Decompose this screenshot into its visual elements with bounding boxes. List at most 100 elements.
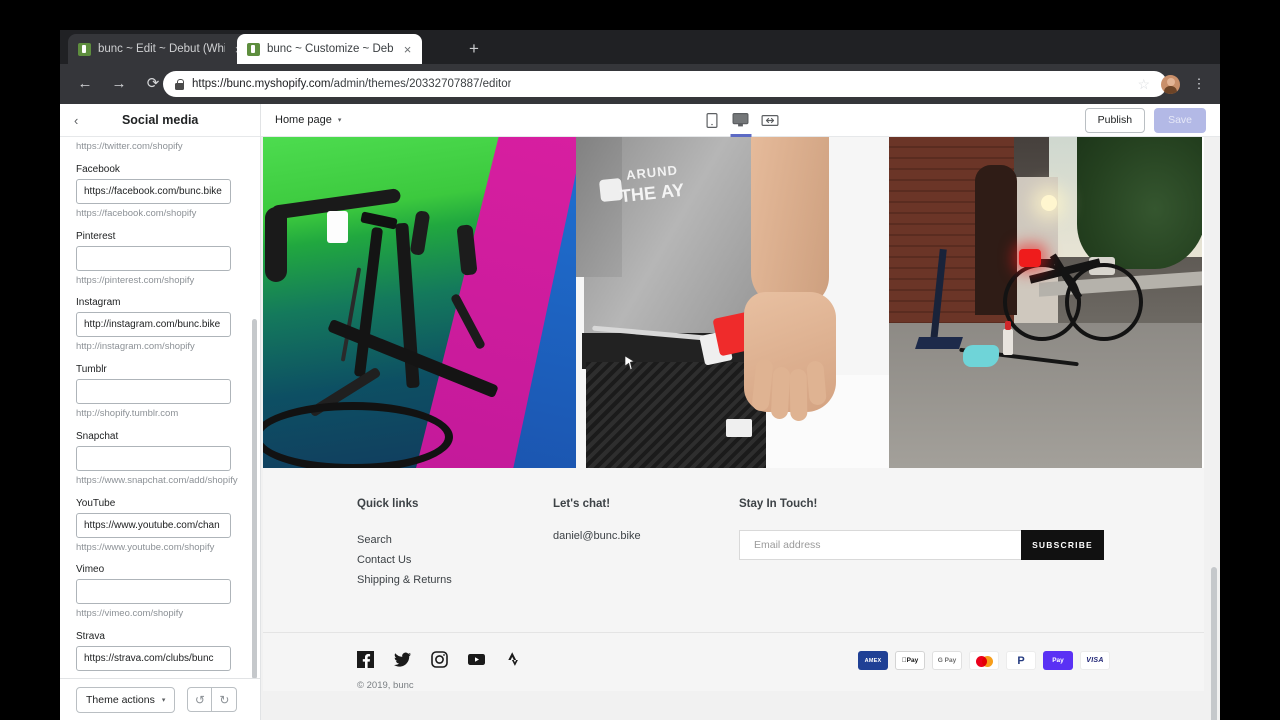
field-label: Facebook — [76, 163, 120, 175]
browser-tab-customize[interactable]: bunc ~ Customize ~ Debut (W × — [237, 34, 422, 64]
chat-heading: Let's chat! — [553, 498, 611, 510]
field-label: Pinterest — [76, 230, 116, 242]
image-gallery: ARUND THE AY — [263, 137, 1202, 468]
browser-tab-edit[interactable]: bunc ~ Edit ~ Debut (White) W × — [68, 34, 253, 64]
quick-links-heading: Quick links — [357, 498, 419, 510]
pinterest-url-input[interactable] — [76, 245, 231, 271]
forward-icon[interactable]: → — [106, 71, 132, 97]
field-label: Tumblr — [76, 364, 107, 376]
page-title: Social media — [121, 113, 199, 127]
snapchat-url-input[interactable] — [76, 445, 231, 471]
page-selector-label: Home page — [275, 114, 332, 126]
youtube-url-input[interactable]: https://www.youtube.com/chan — [76, 512, 231, 538]
strava-icon[interactable] — [505, 651, 522, 668]
footer-columns: Quick links Search Contact Us Shipping &… — [263, 498, 1204, 590]
redo-icon[interactable]: ↻ — [212, 687, 238, 712]
youtube-icon[interactable] — [468, 651, 485, 668]
email-input[interactable]: Email address — [739, 530, 1021, 560]
instagram-icon[interactable] — [431, 651, 448, 668]
shop-pay-icon: Pay — [1043, 651, 1073, 670]
tab-close-icon[interactable]: × — [401, 43, 414, 56]
theme-actions-button[interactable]: Theme actions ▾ — [76, 686, 176, 713]
helper-text: https://pinterest.com/shopify — [76, 274, 195, 286]
star-icon[interactable]: ☆ — [1137, 76, 1150, 93]
chevron-down-icon: ▾ — [161, 696, 166, 704]
theme-editor: ‹ Social media https://twitter.com/shopi… — [60, 104, 1220, 720]
amex-icon: AMEX — [858, 651, 888, 670]
field-label: Strava — [76, 631, 105, 643]
sidebar-header: ‹ Social media — [60, 104, 260, 137]
editor-topbar: Home page ▾ Publish Save — [261, 104, 1220, 137]
page-selector[interactable]: Home page ▾ — [275, 114, 341, 126]
field-label: Vimeo — [76, 564, 105, 576]
newsletter-form: Email address SUBSCRIBE — [739, 530, 1104, 560]
new-tab-button[interactable]: + — [464, 39, 484, 59]
footer-bottom-left: © 2019, bunc — [357, 651, 522, 691]
store-preview[interactable]: ARUND THE AY Quick links Search Contact … — [261, 137, 1220, 720]
sidebar-footer: Theme actions ▾ ↺ ↻ — [60, 678, 260, 720]
twitter-icon[interactable] — [394, 651, 411, 668]
chevron-down-icon: ▾ — [337, 117, 342, 124]
field-group-snapchat: Snapchat https://www.snapchat.com/add/sh… — [76, 431, 244, 488]
gallery-image-2[interactable]: ARUND THE AY — [576, 137, 889, 468]
instagram-url-input[interactable]: http://instagram.com/bunc.bike — [76, 312, 231, 338]
avatar[interactable] — [1161, 75, 1180, 94]
mobile-view-button[interactable] — [703, 104, 720, 137]
kebab-menu-icon[interactable]: ⋮ — [1192, 73, 1206, 95]
browser-toolbar: ← → ⟳ ⌂ https://bunc.myshopify.com/admin… — [60, 64, 1220, 104]
footer-column-newsletter: Stay In Touch! Email address SUBSCRIBE — [739, 498, 1110, 590]
social-icons — [357, 651, 522, 668]
field-group-tumblr: Tumblr http://shopify.tumblr.com — [76, 364, 244, 421]
fullwidth-view-button[interactable] — [761, 104, 778, 137]
preview-page: ARUND THE AY Quick links Search Contact … — [263, 137, 1204, 691]
device-toggle-group — [703, 104, 778, 137]
field-label: Snapchat — [76, 430, 119, 442]
gallery-image-1[interactable] — [263, 137, 576, 468]
strava-url-input[interactable]: https://strava.com/clubs/bunc — [76, 646, 231, 672]
footer-bottom: © 2019, bunc AMEX Pay G Pay P Pay VISA — [263, 632, 1204, 691]
facebook-icon[interactable] — [357, 651, 374, 668]
address-bar[interactable]: https://bunc.myshopify.com/admin/themes/… — [163, 71, 1167, 97]
publish-button[interactable]: Publish — [1084, 107, 1146, 133]
back-chevron-icon[interactable]: ‹ — [74, 114, 78, 127]
lock-icon — [175, 78, 184, 90]
gallery-image-3[interactable] — [889, 137, 1202, 468]
helper-text: https://vimeo.com/shopify — [76, 608, 184, 620]
subscribe-button[interactable]: SUBSCRIBE — [1021, 530, 1104, 560]
visa-icon: VISA — [1080, 651, 1110, 670]
footer-link-search[interactable]: Search — [357, 530, 553, 550]
newsletter-heading: Stay In Touch! — [739, 498, 818, 510]
mastercard-icon — [969, 651, 999, 670]
sidebar-scrollbar[interactable] — [252, 319, 257, 679]
facebook-url-input[interactable]: https://facebook.com/bunc.bike — [76, 178, 231, 204]
helper-text: https://www.snapchat.com/add/shopify — [76, 474, 238, 486]
paypal-icon: P — [1006, 651, 1036, 670]
field-group-pinterest: Pinterest https://pinterest.com/shopify — [76, 231, 244, 288]
contact-email[interactable]: daniel@bunc.bike — [553, 530, 739, 542]
sidebar: ‹ Social media https://twitter.com/shopi… — [60, 104, 261, 720]
field-group-instagram: Instagram http://instagram.com/bunc.bike… — [76, 297, 244, 354]
google-pay-icon: G Pay — [932, 651, 962, 670]
desktop-view-button[interactable] — [730, 104, 751, 137]
store-footer: Quick links Search Contact Us Shipping &… — [263, 468, 1204, 691]
preview-scrollbar[interactable] — [1211, 567, 1217, 720]
field-group-vimeo: Vimeo https://vimeo.com/shopify — [76, 564, 244, 621]
helper-text: https://facebook.com/shopify — [76, 207, 197, 219]
tumblr-url-input[interactable] — [76, 379, 231, 405]
back-icon[interactable]: ← — [72, 71, 98, 97]
sidebar-scroll-area[interactable]: https://twitter.com/shopify Facebook htt… — [60, 137, 260, 678]
undo-icon[interactable]: ↺ — [187, 687, 213, 712]
tab-title: bunc ~ Edit ~ Debut (White) W — [98, 43, 225, 55]
undo-redo-group: ↺ ↻ — [187, 687, 238, 712]
shopify-favicon — [78, 42, 91, 56]
footer-link-contact-us[interactable]: Contact Us — [357, 550, 553, 570]
editor-main: Home page ▾ Publish Save ARUND THE AY Qu… — [261, 104, 1220, 720]
field-label: Instagram — [76, 297, 121, 309]
helper-text-twitter: https://twitter.com/shopify — [76, 141, 183, 152]
footer-link-shipping-returns[interactable]: Shipping & Returns — [357, 570, 553, 590]
helper-text: http://shopify.tumblr.com — [76, 408, 179, 420]
mouse-cursor — [625, 356, 635, 370]
save-button: Save — [1154, 107, 1206, 133]
browser-window: bunc ~ Edit ~ Debut (White) W × bunc ~ C… — [60, 30, 1220, 720]
vimeo-url-input[interactable] — [76, 579, 231, 605]
